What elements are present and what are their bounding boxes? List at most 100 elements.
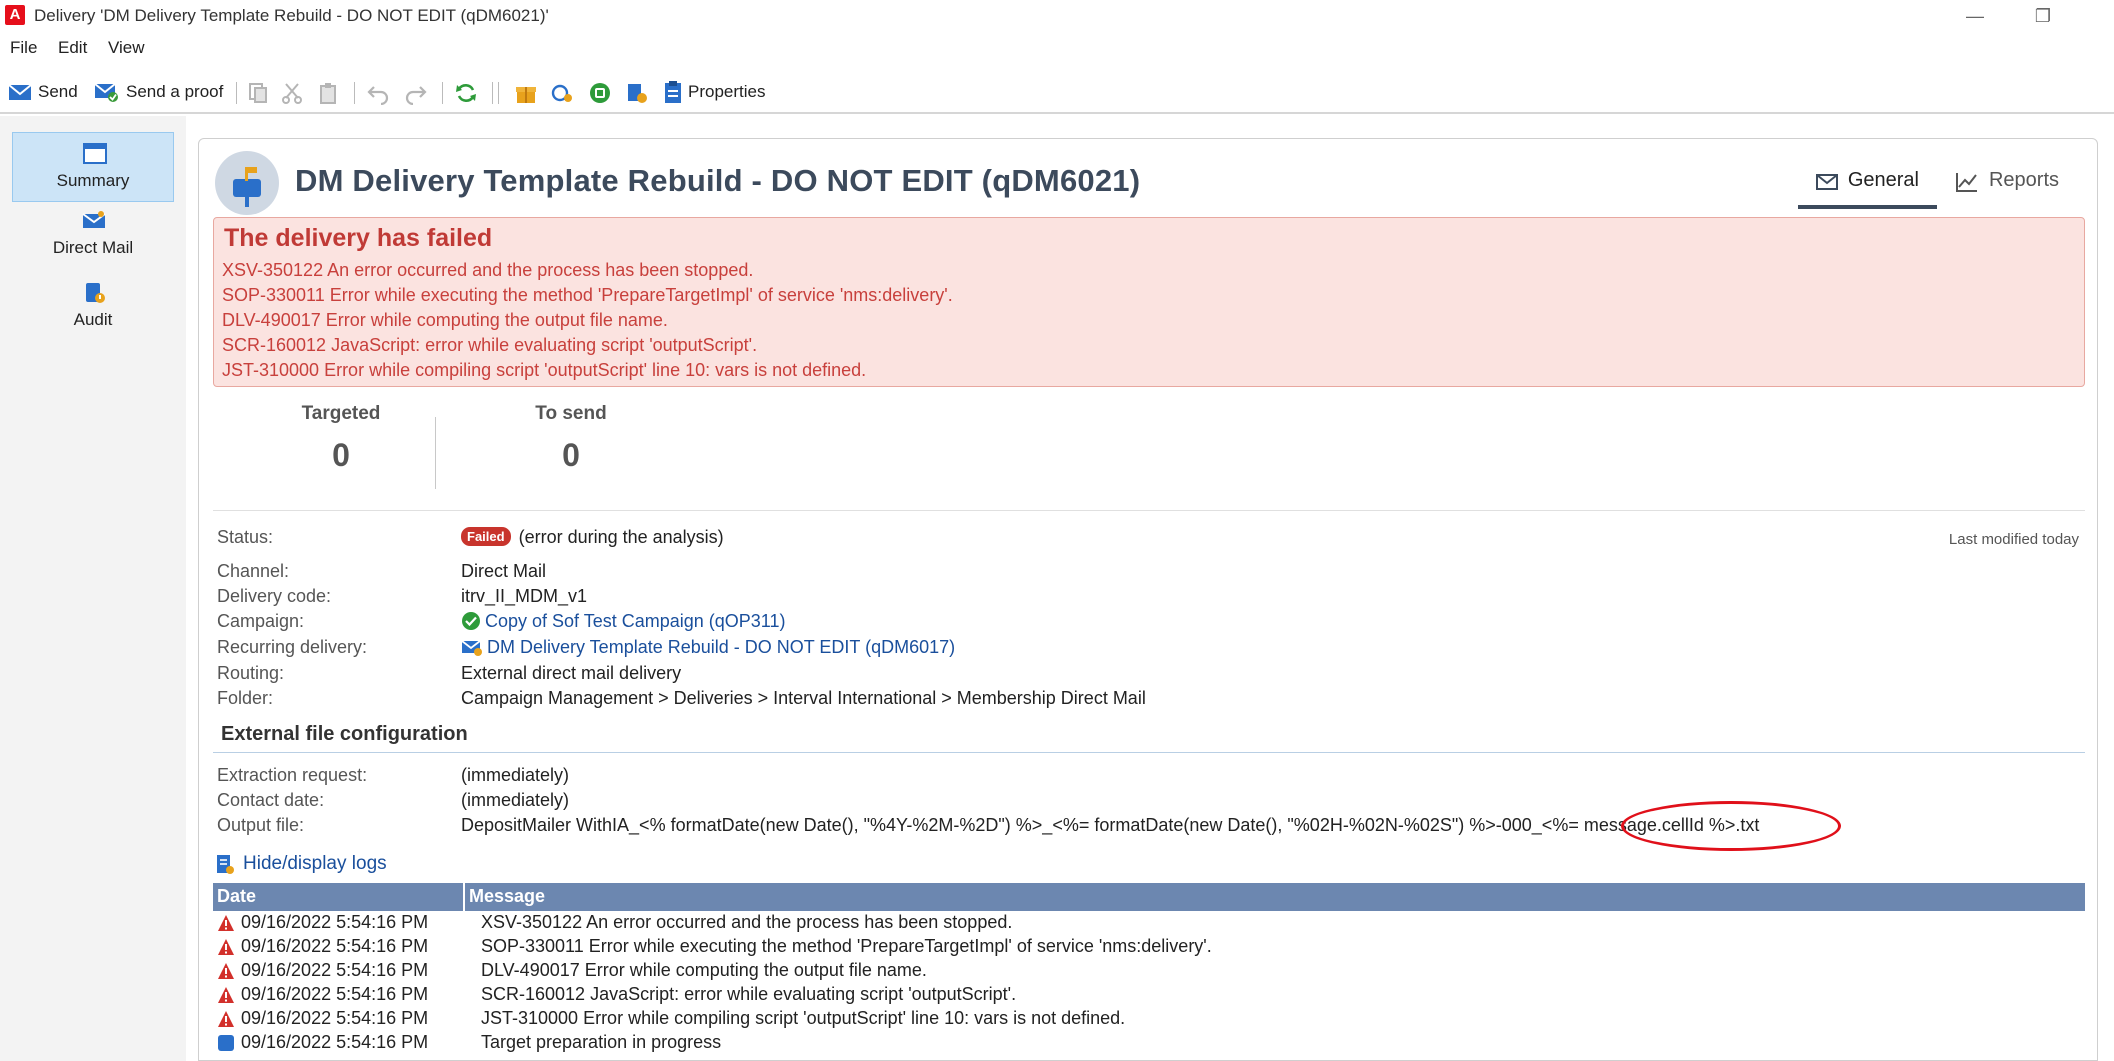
delivery-mailbox-icon (215, 151, 279, 215)
tab-reports[interactable]: Reports (1937, 163, 2077, 209)
properties-button[interactable]: Properties (664, 78, 765, 106)
send-proof-label: Send a proof (126, 82, 224, 101)
menu-file[interactable]: File (10, 38, 37, 58)
delivery-code-value: itrv_II_MDM_v1 (461, 586, 588, 606)
table-row[interactable]: 09/16/2022 5:54:16 PM Target preparation … (213, 1031, 2085, 1055)
tab-general[interactable]: General (1797, 163, 1937, 209)
summary-icon (83, 143, 107, 164)
nav-summary-label: Summary (56, 171, 130, 190)
delivery-code-label: Delivery code: (217, 586, 332, 606)
contact-date-value: (immediately) (461, 790, 570, 810)
to-send-counter: To send 0 (491, 395, 651, 474)
cut-icon[interactable] (280, 81, 304, 105)
send-proof-button[interactable]: Send a proof (94, 78, 223, 106)
warning-triangle-icon (218, 1011, 234, 1027)
direct-mail-icon (82, 211, 106, 228)
nav-audit[interactable]: Audit (12, 272, 174, 342)
paste-icon[interactable] (316, 81, 340, 105)
log-message: XSV-350122 An error occurred and the pro… (481, 912, 1013, 932)
campaign-label: Campaign: (217, 611, 305, 631)
status-value: Failed (error during the analysis) (461, 527, 724, 548)
minimize-icon[interactable]: — (1960, 4, 1990, 28)
table-row[interactable]: 09/16/2022 5:54:16 PM SOP-330011 Error wh… (213, 935, 2085, 959)
to-send-value: 0 (562, 437, 580, 473)
log-date: 09/16/2022 5:54:16 PM (241, 984, 429, 1004)
toolbar-separator (498, 82, 499, 104)
redo-icon[interactable] (404, 81, 428, 105)
status-badge: Failed (461, 527, 511, 546)
last-modified: Last modified today (1948, 531, 2079, 548)
counter-divider (435, 417, 436, 489)
targeted-label: Targeted (301, 403, 381, 424)
copy-icon[interactable] (246, 81, 270, 105)
tab-general-label: General (1847, 169, 1919, 191)
error-line: XSV-350122 An error occurred and the pro… (222, 260, 754, 280)
column-header-date[interactable]: Date (217, 886, 256, 907)
to-send-label: To send (535, 403, 607, 424)
folder-label: Folder: (217, 688, 274, 708)
app-logo: A (5, 5, 25, 25)
restore-icon[interactable]: ❐ (2028, 4, 2058, 28)
extraction-request-label: Extraction request: (217, 765, 368, 785)
undo-icon[interactable] (366, 81, 390, 105)
hide-display-logs-link[interactable]: Hide/display logs (215, 853, 387, 875)
tab-reports-label: Reports (1988, 169, 2059, 191)
nav-direct-mail[interactable]: Direct Mail (12, 200, 174, 270)
audit-icon (86, 283, 105, 303)
log-date: 09/16/2022 5:54:16 PM (241, 1008, 429, 1028)
logs-icon (217, 855, 234, 874)
warning-triangle-icon (218, 915, 234, 931)
campaign-value: Copy of Sof Test Campaign (qOP311) (485, 611, 786, 631)
database-icon[interactable] (588, 81, 612, 105)
title-bar: A Delivery 'DM Delivery Template Rebuild… (0, 0, 2114, 34)
channel-value: Direct Mail (461, 561, 547, 581)
error-line: SCR-160012 JavaScript: error while evalu… (222, 335, 758, 355)
properties-label: Properties (688, 82, 766, 101)
log-date: 09/16/2022 5:54:16 PM (241, 1032, 429, 1052)
table-row[interactable]: 09/16/2022 5:54:16 PM DLV-490017 Error wh… (213, 959, 2085, 983)
campaign-link[interactable]: Copy of Sof Test Campaign (qOP311) (461, 611, 786, 632)
recurring-mail-icon (461, 640, 482, 656)
recurring-delivery-link[interactable]: DM Delivery Template Rebuild - DO NOT ED… (461, 637, 955, 658)
refresh-icon[interactable] (454, 81, 478, 105)
table-row[interactable]: 09/16/2022 5:54:16 PM XSV-350122 An error… (213, 911, 2085, 935)
toolbar: Send Send a proof Properties (0, 70, 2114, 114)
logs-table: Date Message 09/16/2022 5:54:16 PM XSV-35… (213, 883, 2085, 1055)
column-divider[interactable] (463, 883, 465, 911)
toolbar-separator (236, 82, 237, 104)
nav-audit-label: Audit (73, 310, 113, 329)
folder-value: Campaign Management > Deliveries > Inter… (461, 688, 1146, 708)
gift-icon[interactable] (514, 81, 538, 105)
hide-display-logs-label: Hide/display logs (243, 853, 387, 874)
log-message: SOP-330011 Error while executing the met… (481, 936, 1212, 956)
envelope-icon (1815, 174, 1838, 190)
info-icon (218, 1035, 234, 1051)
logs-table-body: 09/16/2022 5:54:16 PM XSV-350122 An error… (213, 911, 2085, 1055)
send-proof-icon (94, 83, 118, 102)
nav-direct-mail-label: Direct Mail (52, 238, 134, 257)
table-row[interactable]: 09/16/2022 5:54:16 PM SCR-160012 JavaScri… (213, 983, 2085, 1007)
menu-edit[interactable]: Edit (58, 38, 87, 58)
status-text: (error during the analysis) (518, 527, 724, 547)
error-title: The delivery has failed (224, 224, 493, 252)
extraction-request-value: (immediately) (461, 765, 570, 785)
nav-summary[interactable]: Summary (12, 132, 174, 202)
log-message: Target preparation in progress (481, 1032, 722, 1052)
check-circle-icon (462, 612, 480, 630)
menu-view[interactable]: View (108, 38, 145, 58)
warning-triangle-icon (218, 939, 234, 955)
workflow-icon[interactable] (550, 81, 574, 105)
table-row[interactable]: 09/16/2022 5:54:16 PM JST-310000 Error wh… (213, 1007, 2085, 1031)
routing-value: External direct mail delivery (461, 663, 682, 683)
toolbar-separator (442, 82, 443, 104)
send-button[interactable]: Send (8, 78, 78, 106)
output-file-value: DepositMailer WithIA_<% formatDate(new D… (461, 815, 1760, 835)
log-date: 09/16/2022 5:54:16 PM (241, 912, 429, 932)
column-header-message[interactable]: Message (469, 886, 545, 907)
error-line: SOP-330011 Error while executing the met… (222, 285, 953, 305)
recurring-delivery-label: Recurring delivery: (217, 637, 368, 657)
external-file-section-title: External file configuration (213, 721, 2085, 753)
log-message: JST-310000 Error while compiling script … (481, 1008, 1126, 1028)
output-file-label: Output file: (217, 815, 305, 835)
file-user-icon[interactable] (624, 81, 648, 105)
